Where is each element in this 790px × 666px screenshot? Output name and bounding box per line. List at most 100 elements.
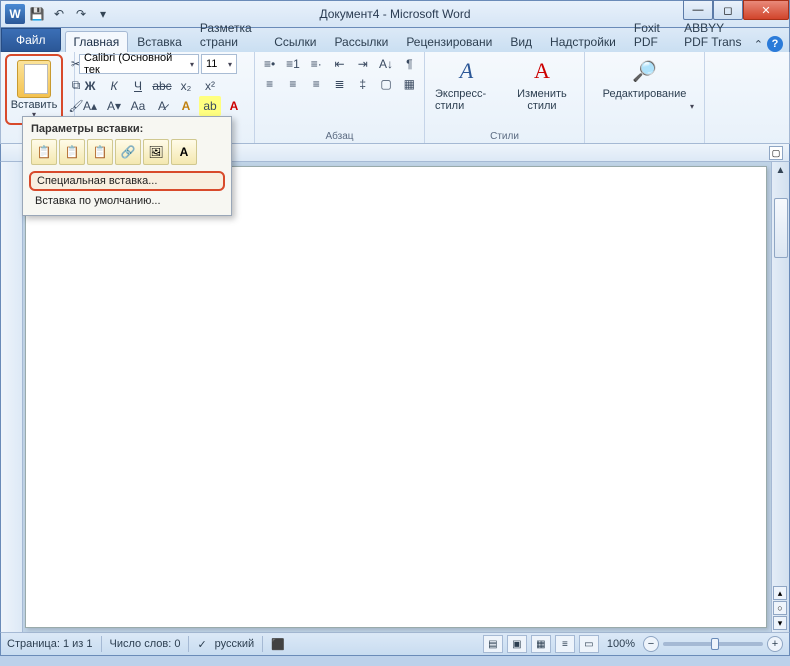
tab-home[interactable]: Главная [65, 31, 129, 52]
spellcheck-icon[interactable]: ✓ [197, 638, 206, 651]
highlight-icon[interactable]: ab [199, 96, 221, 116]
zoom-level[interactable]: 100% [607, 638, 635, 650]
decrease-indent-icon[interactable]: ⇤ [329, 54, 350, 74]
status-words[interactable]: Число слов: 0 [110, 638, 181, 650]
superscript-icon[interactable]: x² [199, 76, 221, 96]
chevron-down-icon[interactable]: ▾ [228, 60, 232, 69]
paste-option-link-icon[interactable]: 🔗 [115, 139, 141, 165]
paste-option-keep-source-icon[interactable]: 📋 [31, 139, 57, 165]
macro-record-icon[interactable]: ⬛ [271, 638, 285, 651]
quick-styles-icon: A [450, 56, 482, 86]
tab-layout[interactable]: Разметка страни [191, 17, 265, 52]
paste-dropdown-menu: Параметры вставки: 📋 📋 📋 🔗 🖼 A Специальн… [22, 116, 232, 216]
justify-icon[interactable]: ≣ [329, 74, 350, 94]
redo-icon[interactable]: ↷ [71, 4, 91, 24]
ribbon-tabstrip: Файл Главная Вставка Разметка страни Ссы… [0, 28, 790, 52]
group-paragraph-label: Абзац [255, 131, 424, 142]
change-styles-button[interactable]: A Изменить стили [504, 54, 580, 114]
prev-page-icon[interactable]: ▴ [773, 586, 787, 600]
font-size-value: 11 [206, 58, 217, 70]
document-page[interactable] [25, 166, 767, 628]
scroll-thumb[interactable] [774, 198, 788, 258]
show-marks-icon[interactable]: ¶ [399, 54, 420, 74]
sort-icon[interactable]: A↓ [375, 54, 396, 74]
align-right-icon[interactable]: ≡ [306, 74, 327, 94]
font-color-icon[interactable]: A [223, 96, 245, 116]
help-icon[interactable]: ? [767, 36, 783, 52]
tab-references[interactable]: Ссылки [265, 31, 325, 52]
shrink-font-icon[interactable]: A▾ [103, 96, 125, 116]
shading-icon[interactable]: ▢ [375, 74, 396, 94]
quick-styles-button[interactable]: A Экспресс-стили [429, 54, 504, 114]
paste-button-highlight: Вставить ▾ [5, 54, 63, 125]
chevron-down-icon[interactable]: ▾ [190, 60, 194, 69]
tab-foxit[interactable]: Foxit PDF [625, 17, 675, 52]
bold-icon[interactable]: Ж [79, 76, 101, 96]
grow-font-icon[interactable]: A▴ [79, 96, 101, 116]
font-name-combo[interactable]: Calibri (Основной тек ▾ [79, 54, 199, 74]
font-size-combo[interactable]: 11 ▾ [201, 54, 237, 74]
tab-view[interactable]: Вид [501, 31, 541, 52]
quick-styles-label: Экспресс-стили [435, 88, 498, 112]
next-page-icon[interactable]: ▾ [773, 616, 787, 630]
chevron-down-icon: ▾ [690, 102, 694, 111]
paste-option-merge-icon[interactable]: 📋 [59, 139, 85, 165]
font-name-value: Calibri (Основной тек [84, 52, 190, 76]
paste-option-text-icon[interactable]: 📋 [87, 139, 113, 165]
paste-option-keep-text-icon[interactable]: A [171, 139, 197, 165]
italic-icon[interactable]: К [103, 76, 125, 96]
zoom-in-icon[interactable]: + [767, 636, 783, 652]
browse-object-icon[interactable]: ○ [773, 601, 787, 615]
status-page[interactable]: Страница: 1 из 1 [7, 638, 93, 650]
borders-icon[interactable]: ▦ [399, 74, 420, 94]
zoom-slider[interactable] [663, 642, 763, 646]
view-draft-icon[interactable]: ▭ [579, 635, 599, 653]
zoom-out-icon[interactable]: − [643, 636, 659, 652]
tab-addins[interactable]: Надстройки [541, 31, 625, 52]
save-icon[interactable]: 💾 [27, 4, 47, 24]
view-outline-icon[interactable]: ≡ [555, 635, 575, 653]
undo-icon[interactable]: ↶ [49, 4, 69, 24]
bullets-icon[interactable]: ≡• [259, 54, 280, 74]
paste-icon [17, 60, 51, 98]
paste-button[interactable]: Вставить ▾ [9, 57, 59, 122]
multilevel-icon[interactable]: ≡· [306, 54, 327, 74]
status-bar: Страница: 1 из 1 Число слов: 0 ✓ русский… [0, 632, 790, 656]
qat-dropdown-icon[interactable]: ▾ [93, 4, 113, 24]
strikethrough-icon[interactable]: abc [151, 76, 173, 96]
view-print-layout-icon[interactable]: ▤ [483, 635, 503, 653]
tab-mailings[interactable]: Рассылки [325, 31, 397, 52]
group-styles-label: Стили [425, 131, 584, 142]
vertical-ruler[interactable] [1, 162, 23, 632]
paste-special-menuitem[interactable]: Специальная вставка... [29, 171, 225, 191]
increase-indent-icon[interactable]: ⇥ [352, 54, 373, 74]
line-spacing-icon[interactable]: ‡ [352, 74, 373, 94]
tab-file[interactable]: Файл [1, 28, 61, 52]
change-styles-icon: A [526, 56, 558, 86]
tab-abbyy[interactable]: ABBYY PDF Trans [675, 17, 754, 52]
tab-insert[interactable]: Вставка [128, 31, 191, 52]
separator [101, 636, 102, 652]
zoom-slider-knob[interactable] [711, 638, 719, 650]
paste-default-menuitem[interactable]: Вставка по умолчанию... [27, 191, 227, 211]
paste-option-picture-icon[interactable]: 🖼 [143, 139, 169, 165]
view-web-icon[interactable]: ▦ [531, 635, 551, 653]
clear-formatting-icon[interactable]: A̷ [151, 96, 173, 116]
ruler-toggle-icon[interactable]: ▢ [769, 146, 783, 160]
underline-icon[interactable]: Ч [127, 76, 149, 96]
word-app-icon[interactable]: W [5, 4, 25, 24]
vertical-scrollbar[interactable]: ▲ ▴ ○ ▾ [771, 162, 789, 632]
editing-button[interactable]: 🔎 Редактирование ▾ [589, 54, 700, 113]
scroll-up-icon[interactable]: ▲ [772, 162, 789, 178]
numbering-icon[interactable]: ≡1 [282, 54, 303, 74]
status-language[interactable]: русский [215, 638, 254, 650]
tab-review[interactable]: Рецензировани [397, 31, 501, 52]
collapse-ribbon-icon[interactable]: ⌃ [754, 38, 763, 51]
text-effects-icon[interactable]: A [175, 96, 197, 116]
align-left-icon[interactable]: ≡ [259, 74, 280, 94]
separator [188, 636, 189, 652]
change-case-icon[interactable]: Aa [127, 96, 149, 116]
align-center-icon[interactable]: ≡ [282, 74, 303, 94]
subscript-icon[interactable]: x₂ [175, 76, 197, 96]
view-full-screen-icon[interactable]: ▣ [507, 635, 527, 653]
